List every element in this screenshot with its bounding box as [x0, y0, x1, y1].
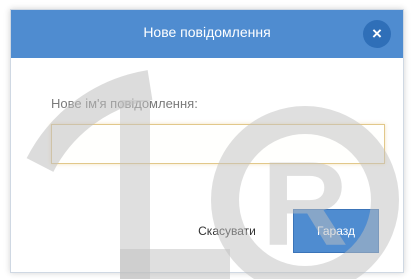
close-icon: × [372, 24, 382, 43]
field-label: Нове ім'я повідомлення: [51, 96, 198, 111]
rename-dialog: Нове повідомлення × Нове ім'я повідомлен… [10, 9, 404, 273]
dialog-titlebar: Нове повідомлення × [11, 10, 403, 58]
message-name-input[interactable] [51, 124, 385, 164]
close-button[interactable]: × [363, 20, 391, 48]
cancel-button[interactable]: Скасувати [169, 209, 285, 253]
ok-button[interactable]: Гаразд [293, 209, 379, 253]
dialog-title: Нове повідомлення [143, 24, 271, 40]
